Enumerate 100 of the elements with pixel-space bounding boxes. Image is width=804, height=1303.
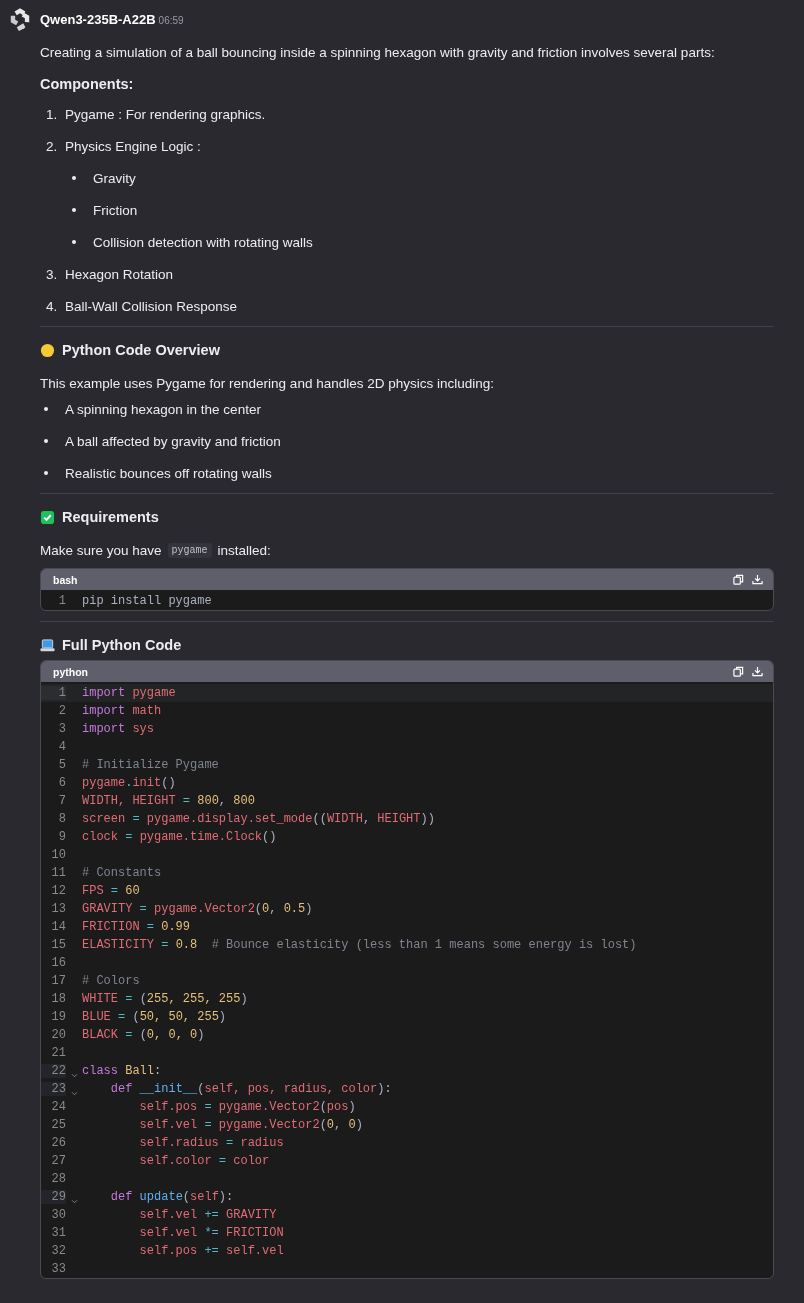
bullet-icon <box>44 471 48 475</box>
line-number: 16 <box>50 956 66 970</box>
collapse-caret-icon[interactable] <box>70 1199 78 1204</box>
code-text: import math <box>82 704 162 718</box>
line-number: 8 <box>57 812 66 826</box>
code-text: self.pos = pygame.Vector2(pos) <box>138 1100 356 1114</box>
download-icon[interactable] <box>752 666 763 677</box>
line-number: 19 <box>50 1010 66 1024</box>
code-text: # Colors <box>82 974 140 988</box>
list-number: 3. <box>46 266 59 282</box>
list-item-text: Collision detection with rotating walls <box>93 234 313 250</box>
line-number: 23 <box>41 1082 66 1096</box>
code-text: self.color = color <box>138 1154 270 1168</box>
line-number: 17 <box>50 974 66 988</box>
line-number: 4 <box>57 740 66 754</box>
line-number: 3 <box>57 722 66 736</box>
code-text: import sys <box>82 722 155 736</box>
code-text: ELASTICITY = 0.8 # Bounce elasticity (less than 1 means some energy is lost) <box>82 938 637 952</box>
inline-code: pygame <box>167 542 212 558</box>
bullet-icon <box>44 439 48 443</box>
line-number: 1 <box>57 594 66 608</box>
bullet-icon <box>72 240 76 244</box>
code-text: class Ball: <box>82 1064 162 1078</box>
checkmark-icon <box>40 509 55 525</box>
list-item-text: A spinning hexagon in the center <box>65 401 261 417</box>
section-heading: Python Code Overview <box>62 342 220 358</box>
message-time: 06:59 <box>158 15 184 26</box>
code-text: pygame.init() <box>82 776 176 790</box>
code-text: screen = pygame.display.set_mode((WIDTH, HEIGHT)) <box>82 812 435 826</box>
line-number: 14 <box>50 920 66 934</box>
list-number: 4. <box>46 298 59 314</box>
code-text: import pygame <box>82 686 176 700</box>
code-text: def __init__(self, pos, radius, color): <box>109 1082 392 1096</box>
code-language-label: python <box>53 665 88 678</box>
line-number: 7 <box>57 794 66 808</box>
section-heading: Components: <box>40 76 135 92</box>
line-number: 13 <box>50 902 66 916</box>
line-number: 28 <box>50 1172 66 1186</box>
download-icon[interactable] <box>752 574 763 585</box>
code-text: WHITE = (255, 255, 255) <box>82 992 248 1006</box>
code-text: # Initialize Pygame <box>82 758 219 772</box>
code-text: BLACK = (0, 0, 0) <box>82 1028 205 1042</box>
line-number: 12 <box>50 884 66 898</box>
line-number: 32 <box>50 1244 66 1258</box>
list-number: 2. <box>46 138 59 154</box>
line-number: 20 <box>50 1028 66 1042</box>
section-heading: Full Python Code <box>62 637 182 653</box>
list-item-text: Gravity <box>93 170 136 186</box>
bullet-icon <box>72 208 76 212</box>
bullet-icon <box>44 407 48 411</box>
code-text: self.vel += GRAVITY <box>138 1208 277 1222</box>
section-heading: Requirements <box>62 509 159 525</box>
list-item-text: A ball affected by gravity and friction <box>65 433 281 449</box>
overview-paragraph: This example uses Pygame for rendering and handles 2D physics including: <box>40 375 495 393</box>
bullet-icon <box>72 176 76 180</box>
list-item-text: Friction <box>93 202 138 218</box>
line-number: 27 <box>50 1154 66 1168</box>
code-text: self.pos += self.vel <box>138 1244 284 1258</box>
line-number: 30 <box>50 1208 66 1222</box>
line-number: 31 <box>50 1226 66 1240</box>
code-text: # Constants <box>82 866 162 880</box>
line-number: 2 <box>57 704 66 718</box>
list-item-text: Physics Engine Logic : <box>65 138 201 154</box>
list-item-text: Ball-Wall Collision Response <box>65 298 238 314</box>
list-item-text: Realistic bounces off rotating walls <box>65 465 272 481</box>
code-text: def update(self): <box>109 1190 234 1204</box>
line-number: 29 <box>41 1190 66 1204</box>
collapse-caret-icon[interactable] <box>70 1091 78 1096</box>
code-text: BLUE = (50, 50, 255) <box>82 1010 227 1024</box>
model-name: Qwen3-235B-A22B <box>40 11 156 27</box>
line-number: 6 <box>57 776 66 790</box>
line-number: 33 <box>50 1262 66 1276</box>
code-language-label: bash <box>53 573 78 586</box>
code-text: WIDTH, HEIGHT = 800, 800 <box>82 794 255 808</box>
code-text: clock = pygame.time.Clock() <box>82 830 277 844</box>
requirement-text: Make sure you have <box>40 542 162 558</box>
requirement-text: installed: <box>217 542 271 558</box>
copy-icon[interactable] <box>733 666 744 677</box>
code-text: FRICTION = 0.99 <box>82 920 191 934</box>
code-text: self.radius = radius <box>138 1136 284 1150</box>
code-text: GRAVITY = pygame.Vector2(0, 0.5) <box>82 902 313 916</box>
code-text: self.vel = pygame.Vector2(0, 0) <box>138 1118 363 1132</box>
collapse-caret-icon[interactable] <box>70 1073 78 1078</box>
line-number: 10 <box>50 848 66 862</box>
line-number: 11 <box>50 866 66 880</box>
line-number: 25 <box>50 1118 66 1132</box>
list-item-text: Hexagon Rotation <box>65 266 174 282</box>
line-number: 21 <box>50 1046 66 1060</box>
list-number: 1. <box>46 106 59 122</box>
code-text: pip install pygame <box>82 594 212 608</box>
list-item-text: Pygame : For rendering graphics. <box>65 106 266 122</box>
line-number: 22 <box>41 1064 66 1078</box>
line-number: 26 <box>50 1136 66 1150</box>
line-number: 9 <box>57 830 66 844</box>
laptop-icon <box>40 637 55 653</box>
line-number: 1 <box>41 686 66 700</box>
copy-icon[interactable] <box>733 574 744 585</box>
intro-paragraph: Creating a simulation of a ball bouncing inside a spinning hexagon with gravity and friction involves several parts: <box>40 44 716 62</box>
code-text: self.vel *= FRICTION <box>138 1226 284 1240</box>
line-number: 15 <box>50 938 66 952</box>
